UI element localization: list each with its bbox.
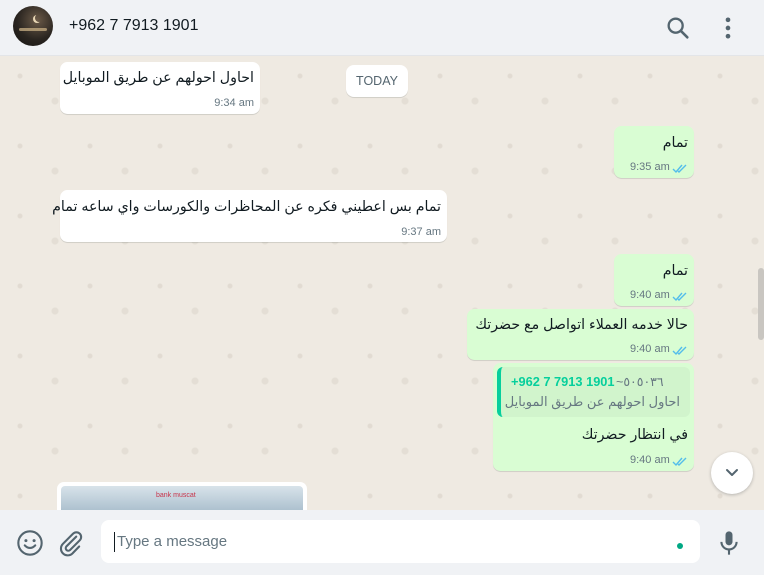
avatar-moon-graphic <box>35 14 43 22</box>
message-time: 9:40 am <box>630 343 670 355</box>
message-incoming[interactable]: احاول احولهم عن طريق الموبايل 9:34 am <box>60 62 260 114</box>
message-text: تمام بس اعطيني فكره عن المحاظرات والكورس… <box>52 199 441 215</box>
image-logo-text: bank muscat <box>156 492 196 499</box>
emoji-icon[interactable] <box>16 529 44 557</box>
avatar-text-graphic <box>19 28 47 31</box>
message-text: حالا خدمه العملاء اتواصل مع حضرتك <box>475 317 688 333</box>
message-outgoing[interactable]: تمام 9:35 am <box>614 126 694 178</box>
microphone-icon[interactable] <box>715 529 743 557</box>
message-input[interactable] <box>101 520 700 563</box>
message-time: 9:34 am <box>214 97 254 109</box>
message-time: 9:35 am <box>630 161 670 173</box>
text-caret <box>114 532 115 552</box>
message-time: 9:37 am <box>401 226 441 238</box>
message-incoming[interactable]: تمام بس اعطيني فكره عن المحاظرات والكورس… <box>52 190 447 242</box>
message-outgoing[interactable]: حالا خدمه العملاء اتواصل مع حضرتك 9:40 a… <box>467 309 694 360</box>
scroll-to-bottom-button[interactable] <box>711 452 753 494</box>
message-text: تمام <box>662 135 688 151</box>
message-time: 9:40 am <box>630 289 670 301</box>
date-divider: TODAY <box>346 65 408 97</box>
read-receipt-icon <box>672 457 687 467</box>
message-text: في انتظار حضرتك <box>581 427 688 443</box>
kebab-menu-icon[interactable] <box>714 14 742 42</box>
contact-name[interactable]: +962 7 7913 1901 <box>69 17 198 35</box>
attach-icon[interactable] <box>57 529 85 557</box>
read-receipt-icon <box>672 346 687 356</box>
message-outgoing-reply[interactable]: +962 7 7913 1901 ~٥٠٥٠٣٦ احاول احولهم عن… <box>493 363 694 471</box>
contact-avatar[interactable] <box>13 6 53 46</box>
quoted-sender: +962 7 7913 1901 <box>511 374 615 389</box>
quoted-text: احاول احولهم عن طريق الموبايل <box>504 394 680 409</box>
read-receipt-icon <box>672 292 687 302</box>
message-outgoing[interactable]: تمام 9:40 am <box>614 254 694 306</box>
message-text: تمام <box>662 263 688 279</box>
message-time: 9:40 am <box>630 454 670 466</box>
chat-header: +962 7 7913 1901 <box>0 0 764 56</box>
scrollbar-thumb[interactable] <box>758 268 764 340</box>
input-status-dot <box>677 543 683 549</box>
read-receipt-icon <box>672 164 687 174</box>
quoted-sender-alt: ~٥٠٥٠٣٦ <box>616 375 664 389</box>
search-icon[interactable] <box>664 14 692 42</box>
composer-bar <box>0 510 764 575</box>
quoted-message[interactable]: +962 7 7913 1901 ~٥٠٥٠٣٦ احاول احولهم عن… <box>497 367 690 417</box>
chevron-down-icon <box>726 469 738 476</box>
message-text: احاول احولهم عن طريق الموبايل <box>62 70 254 86</box>
